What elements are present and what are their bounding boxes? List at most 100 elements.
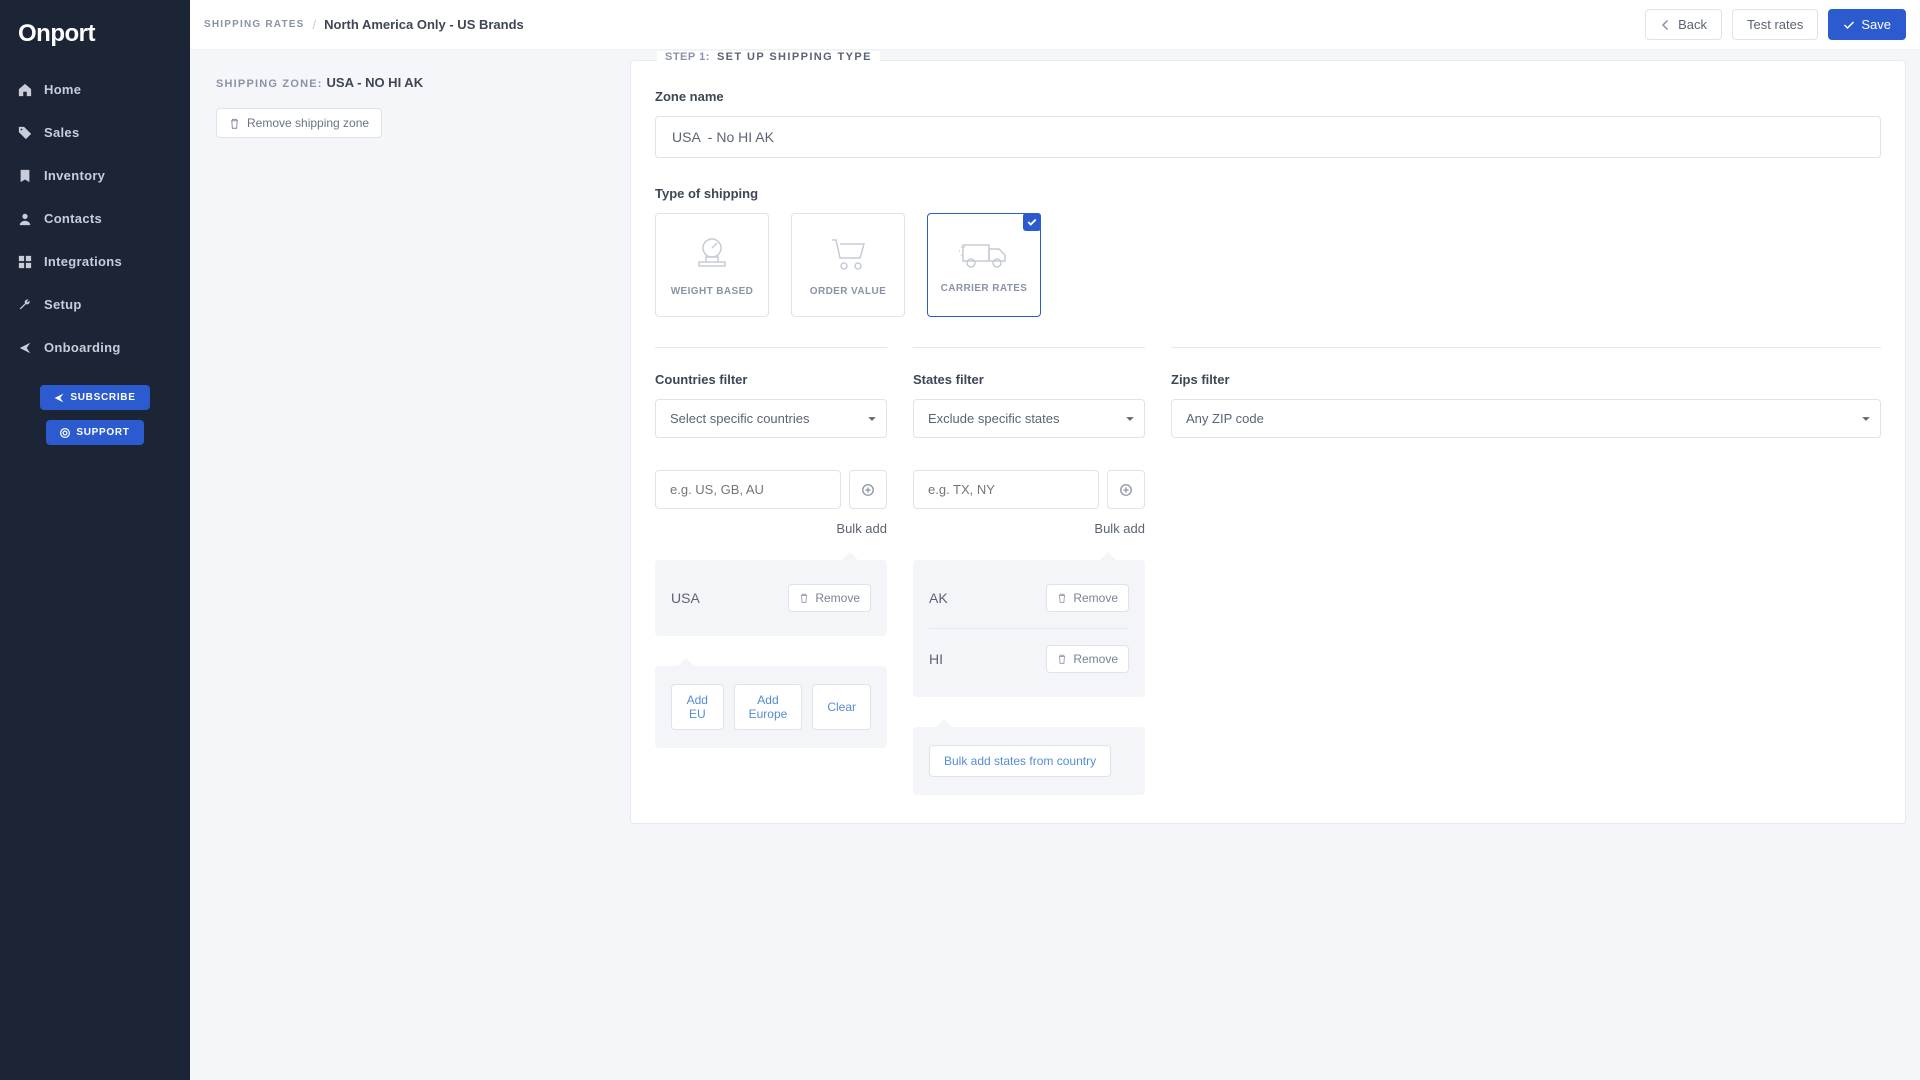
topbar: SHIPPING RATES / North America Only - US…: [190, 0, 1920, 50]
nav-label: Sales: [44, 125, 79, 140]
breadcrumb-root[interactable]: SHIPPING RATES: [204, 19, 305, 30]
nav-label: Inventory: [44, 168, 105, 183]
countries-quick-actions: Add EU Add Europe Clear: [655, 666, 887, 748]
save-button[interactable]: Save: [1828, 9, 1906, 40]
support-button[interactable]: SUPPORT: [46, 420, 143, 445]
states-quick-actions: Bulk add states from country: [913, 727, 1145, 795]
sidebar: Onport Home Sales Inventory Contacts Int…: [0, 0, 190, 1080]
remove-country-button[interactable]: Remove: [788, 584, 871, 612]
send-icon: [54, 393, 64, 403]
nav-label: Setup: [44, 297, 82, 312]
clear-countries-button[interactable]: Clear: [812, 684, 871, 730]
states-filter-label: States filter: [913, 372, 1145, 387]
type-label: CARRIER RATES: [941, 283, 1028, 294]
step-legend: STEP 1: SET UP SHIPPING TYPE: [657, 51, 880, 63]
shipping-type-options: WEIGHT BASED ORDER VALUE: [655, 213, 1881, 317]
divider: [1171, 347, 1881, 348]
sidebar-buttons: SUBSCRIBE SUPPORT: [0, 369, 190, 461]
bulk-add-states-button[interactable]: Bulk add states from country: [929, 745, 1111, 777]
nav-home[interactable]: Home: [0, 68, 190, 111]
nav-integrations[interactable]: Integrations: [0, 240, 190, 283]
countries-bulk-add-label[interactable]: Bulk add: [655, 521, 887, 536]
type-carrier-rates[interactable]: CARRIER RATES: [927, 213, 1041, 317]
zone-title: SHIPPING ZONE: USA - NO HI AK: [216, 74, 604, 90]
nav-inventory[interactable]: Inventory: [0, 154, 190, 197]
nav-label: Integrations: [44, 254, 122, 269]
countries-add-input[interactable]: [655, 470, 841, 509]
arrow-left-icon: [1660, 19, 1672, 31]
trash-icon: [229, 118, 240, 129]
divider: [655, 347, 887, 348]
zone-name-input[interactable]: [655, 116, 1881, 158]
type-order-value[interactable]: ORDER VALUE: [791, 213, 905, 317]
nav-contacts[interactable]: Contacts: [0, 197, 190, 240]
zips-filter-select[interactable]: Any ZIP code: [1171, 399, 1881, 438]
zone-panel: SHIPPING ZONE: USA - NO HI AK Remove shi…: [190, 50, 630, 844]
countries-tags: USA Remove: [655, 560, 887, 636]
type-label: ORDER VALUE: [810, 286, 886, 297]
state-tag: AK Remove: [929, 568, 1129, 628]
zone-title-value: USA - NO HI AK: [327, 75, 424, 90]
zips-filter-column: Zips filter Any ZIP code: [1171, 347, 1881, 795]
states-tags: AK Remove HI Remove: [913, 560, 1145, 697]
tag-name: USA: [671, 590, 700, 606]
step-panel: STEP 1: SET UP SHIPPING TYPE Zone name T…: [630, 60, 1906, 824]
trash-icon: [1057, 593, 1067, 603]
nav-sales[interactable]: Sales: [0, 111, 190, 154]
content: SHIPPING ZONE: USA - NO HI AK Remove shi…: [190, 50, 1920, 1080]
breadcrumb: SHIPPING RATES / North America Only - US…: [204, 17, 524, 32]
nav-label: Onboarding: [44, 340, 121, 355]
brand-logo: Onport: [0, 12, 190, 68]
scale-icon: [690, 234, 734, 274]
plus-circle-icon: [1119, 483, 1133, 497]
trash-icon: [1057, 654, 1067, 664]
tag-name: HI: [929, 651, 943, 667]
truck-icon: [959, 237, 1009, 271]
zone-name-label: Zone name: [655, 89, 1881, 104]
lifebuoy-icon: [60, 428, 70, 438]
topbar-actions: Back Test rates Save: [1645, 9, 1906, 40]
wrench-icon: [18, 298, 32, 312]
subscribe-button[interactable]: SUBSCRIBE: [40, 385, 149, 410]
zips-filter-label: Zips filter: [1171, 372, 1881, 387]
check-icon: [1843, 19, 1855, 31]
countries-add-button[interactable]: [849, 470, 887, 509]
remove-state-button[interactable]: Remove: [1046, 584, 1129, 612]
grid-icon: [18, 255, 32, 269]
states-filter-column: States filter Exclude specific states B: [913, 347, 1145, 795]
user-icon: [18, 212, 32, 226]
tag-icon: [18, 126, 32, 140]
type-weight-based[interactable]: WEIGHT BASED: [655, 213, 769, 317]
remove-state-button[interactable]: Remove: [1046, 645, 1129, 673]
states-add-button[interactable]: [1107, 470, 1145, 509]
tag-name: AK: [929, 590, 948, 606]
step-number: STEP 1:: [665, 51, 710, 63]
state-tag: HI Remove: [929, 628, 1129, 689]
country-tag: USA Remove: [671, 568, 871, 628]
countries-filter-label: Countries filter: [655, 372, 887, 387]
states-add-input[interactable]: [913, 470, 1099, 509]
selected-check-icon: [1023, 213, 1041, 231]
states-bulk-add-label[interactable]: Bulk add: [913, 521, 1145, 536]
remove-zone-button[interactable]: Remove shipping zone: [216, 108, 382, 138]
bookmark-icon: [18, 169, 32, 183]
divider: [913, 347, 1145, 348]
plus-circle-icon: [861, 483, 875, 497]
nav-onboarding[interactable]: Onboarding: [0, 326, 190, 369]
breadcrumb-current: North America Only - US Brands: [324, 17, 524, 32]
step-name: SET UP SHIPPING TYPE: [717, 51, 872, 63]
type-of-shipping-label: Type of shipping: [655, 186, 1881, 201]
arrow-icon: [18, 341, 32, 355]
add-europe-button[interactable]: Add Europe: [734, 684, 803, 730]
test-rates-button[interactable]: Test rates: [1732, 9, 1818, 40]
trash-icon: [799, 593, 809, 603]
add-eu-button[interactable]: Add EU: [671, 684, 724, 730]
back-button[interactable]: Back: [1645, 9, 1722, 40]
zone-title-label: SHIPPING ZONE:: [216, 78, 323, 90]
breadcrumb-separator: /: [313, 17, 317, 32]
states-filter-select[interactable]: Exclude specific states: [913, 399, 1145, 438]
countries-filter-select[interactable]: Select specific countries: [655, 399, 887, 438]
nav-setup[interactable]: Setup: [0, 283, 190, 326]
nav-label: Home: [44, 82, 81, 97]
type-label: WEIGHT BASED: [671, 286, 754, 297]
